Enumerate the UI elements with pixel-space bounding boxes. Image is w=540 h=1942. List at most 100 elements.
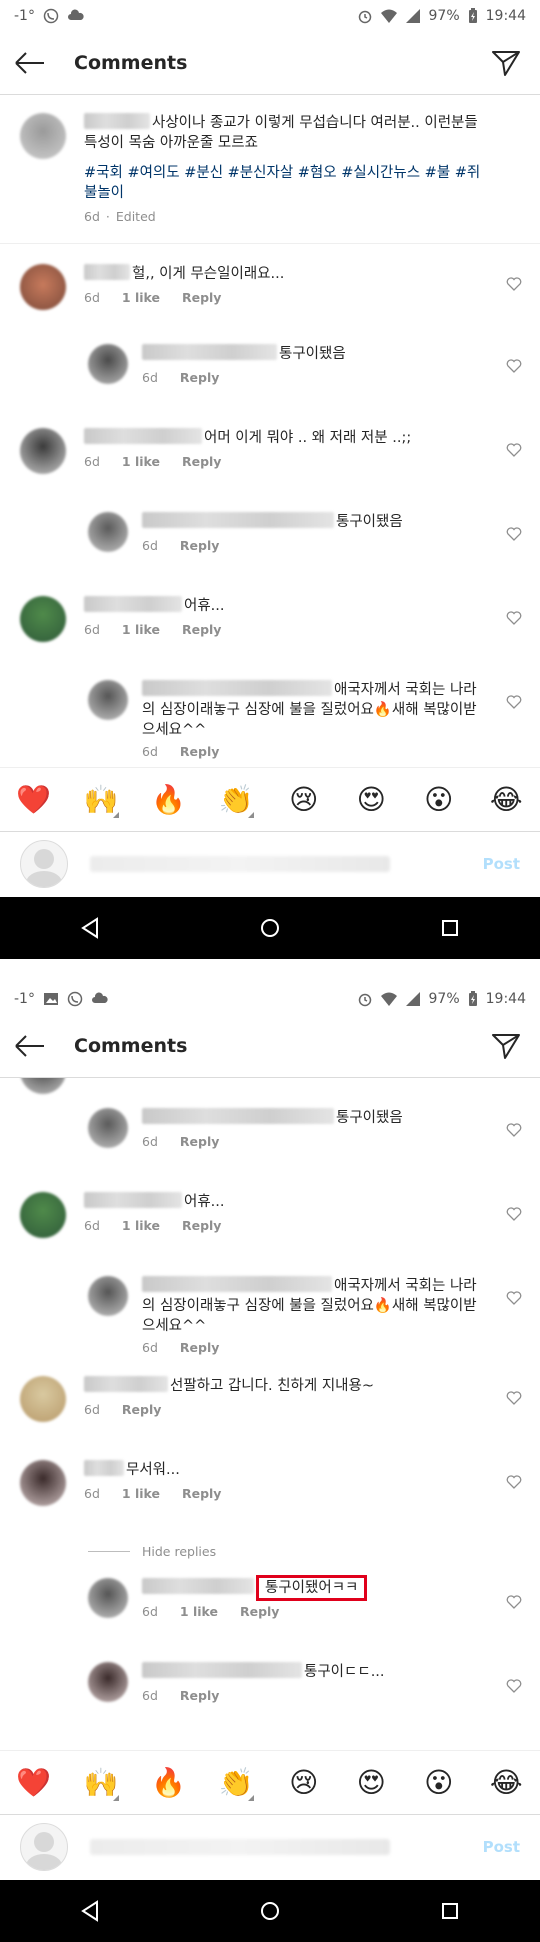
reply-button[interactable]: Reply bbox=[180, 1340, 219, 1355]
username[interactable] bbox=[84, 1192, 182, 1208]
reply-button[interactable]: Reply bbox=[180, 1688, 219, 1703]
reply-button[interactable]: Reply bbox=[180, 744, 219, 759]
reply-button[interactable]: Reply bbox=[182, 454, 221, 469]
avatar[interactable] bbox=[88, 1662, 128, 1702]
post-button[interactable]: Post bbox=[483, 855, 520, 873]
username[interactable] bbox=[142, 1578, 254, 1594]
username[interactable] bbox=[84, 264, 130, 280]
heart-icon[interactable] bbox=[506, 1122, 522, 1138]
comment-text: 선팔하고 갑니다. 친하게 지내용~ bbox=[170, 1378, 375, 1394]
emoji-crying[interactable]: 😢 bbox=[282, 783, 326, 816]
comment: 어머 이게 뭐야 .. 왜 저래 저분 ..;; 6d 1 like Reply bbox=[0, 412, 540, 496]
heart-icon[interactable] bbox=[506, 694, 522, 710]
username[interactable] bbox=[84, 1376, 168, 1392]
reply-button[interactable]: Reply bbox=[122, 1402, 161, 1417]
heart-icon[interactable] bbox=[506, 1594, 522, 1610]
emoji-tears-of-joy[interactable]: 😂 bbox=[484, 783, 528, 816]
direct-share-button[interactable] bbox=[482, 39, 530, 87]
back-triangle-icon[interactable] bbox=[79, 917, 101, 939]
emoji-crying[interactable]: 😢 bbox=[282, 1766, 326, 1799]
emoji-raising-hands[interactable]: 🙌 bbox=[79, 1766, 123, 1801]
like-count[interactable]: 1 like bbox=[122, 1218, 160, 1233]
heart-icon[interactable] bbox=[506, 1290, 522, 1306]
heart-icon[interactable] bbox=[506, 610, 522, 626]
like-count[interactable]: 1 like bbox=[122, 622, 160, 637]
avatar[interactable] bbox=[20, 596, 66, 642]
like-count[interactable]: 1 like bbox=[122, 1486, 160, 1501]
avatar[interactable] bbox=[88, 1276, 128, 1316]
username[interactable] bbox=[142, 1662, 302, 1678]
username[interactable] bbox=[84, 113, 150, 129]
heart-icon[interactable] bbox=[506, 1474, 522, 1490]
comment-input[interactable] bbox=[90, 1839, 390, 1855]
heart-icon[interactable] bbox=[506, 1206, 522, 1222]
reply-button[interactable]: Reply bbox=[240, 1604, 279, 1619]
emoji-tears-of-joy[interactable]: 😂 bbox=[484, 1766, 528, 1799]
like-count[interactable]: 1 like bbox=[122, 290, 160, 305]
username[interactable] bbox=[142, 344, 277, 360]
reply-comment: 통구이됐음 6d Reply bbox=[0, 1092, 540, 1176]
avatar[interactable] bbox=[20, 264, 66, 310]
hide-replies-toggle[interactable]: Hide replies bbox=[0, 1528, 540, 1564]
reply-button[interactable]: Reply bbox=[180, 538, 219, 553]
heart-icon[interactable] bbox=[506, 358, 522, 374]
heart-icon[interactable] bbox=[506, 276, 522, 292]
avatar[interactable] bbox=[88, 512, 128, 552]
back-triangle-icon[interactable] bbox=[79, 1900, 101, 1922]
back-button[interactable] bbox=[6, 1022, 54, 1070]
heart-icon[interactable] bbox=[506, 1390, 522, 1406]
username[interactable] bbox=[142, 1108, 334, 1124]
like-count[interactable]: 1 like bbox=[122, 454, 160, 469]
reply-button[interactable]: Reply bbox=[182, 290, 221, 305]
emoji-red-heart[interactable]: ❤️ bbox=[12, 783, 56, 816]
like-count[interactable]: 1 like bbox=[180, 1604, 218, 1619]
comment-input[interactable] bbox=[90, 856, 390, 872]
avatar[interactable] bbox=[20, 428, 66, 474]
emoji-surprised[interactable]: 😮 bbox=[417, 1766, 461, 1799]
heart-icon[interactable] bbox=[506, 442, 522, 458]
post-button[interactable]: Post bbox=[483, 1838, 520, 1856]
comment-time: 6d bbox=[84, 454, 100, 469]
emoji-clapping[interactable]: 👏 bbox=[214, 783, 258, 818]
reply-button[interactable]: Reply bbox=[182, 622, 221, 637]
avatar[interactable] bbox=[20, 1460, 66, 1506]
username[interactable] bbox=[142, 512, 334, 528]
heart-icon[interactable] bbox=[506, 1678, 522, 1694]
username[interactable] bbox=[84, 428, 202, 444]
back-button[interactable] bbox=[6, 39, 54, 87]
comment: 헐,, 이게 무슨일이래요... 6d 1 like Reply bbox=[0, 244, 540, 328]
avatar[interactable] bbox=[88, 1578, 128, 1618]
username[interactable] bbox=[142, 680, 332, 696]
recents-square-icon[interactable] bbox=[439, 917, 461, 939]
username[interactable] bbox=[142, 1276, 332, 1292]
avatar[interactable] bbox=[20, 113, 66, 159]
avatar[interactable] bbox=[20, 1376, 66, 1422]
avatar[interactable] bbox=[88, 680, 128, 720]
home-circle-icon[interactable] bbox=[259, 917, 281, 939]
emoji-fire[interactable]: 🔥 bbox=[147, 783, 191, 816]
username[interactable] bbox=[84, 1460, 124, 1476]
heart-icon[interactable] bbox=[506, 526, 522, 542]
emoji-red-heart[interactable]: ❤️ bbox=[12, 1766, 56, 1799]
emoji-heart-eyes[interactable]: 😍 bbox=[349, 783, 393, 816]
home-circle-icon[interactable] bbox=[259, 1900, 281, 1922]
comment-time: 6d bbox=[84, 209, 100, 224]
reply-button[interactable]: Reply bbox=[182, 1486, 221, 1501]
reply-button[interactable]: Reply bbox=[180, 1134, 219, 1149]
hashtags[interactable]: #국회 #여의도 #분신 #분신자살 #혐오 #실시간뉴스 #불 #쥐불놀이 bbox=[84, 163, 484, 203]
emoji-heart-eyes[interactable]: 😍 bbox=[349, 1766, 393, 1799]
comment-text: 어휴... bbox=[184, 1194, 225, 1210]
avatar[interactable] bbox=[20, 1192, 66, 1238]
reply-button[interactable]: Reply bbox=[182, 1218, 221, 1233]
emoji-raising-hands[interactable]: 🙌 bbox=[79, 783, 123, 818]
direct-share-button[interactable] bbox=[482, 1022, 530, 1070]
avatar[interactable] bbox=[88, 1108, 128, 1148]
avatar[interactable] bbox=[88, 344, 128, 384]
recents-square-icon[interactable] bbox=[439, 1900, 461, 1922]
comment: 선팔하고 갑니다. 친하게 지내용~ 6d Reply bbox=[0, 1360, 540, 1444]
username[interactable] bbox=[84, 596, 182, 612]
emoji-surprised[interactable]: 😮 bbox=[417, 783, 461, 816]
reply-button[interactable]: Reply bbox=[180, 370, 219, 385]
emoji-clapping[interactable]: 👏 bbox=[214, 1766, 258, 1801]
emoji-fire[interactable]: 🔥 bbox=[147, 1766, 191, 1799]
